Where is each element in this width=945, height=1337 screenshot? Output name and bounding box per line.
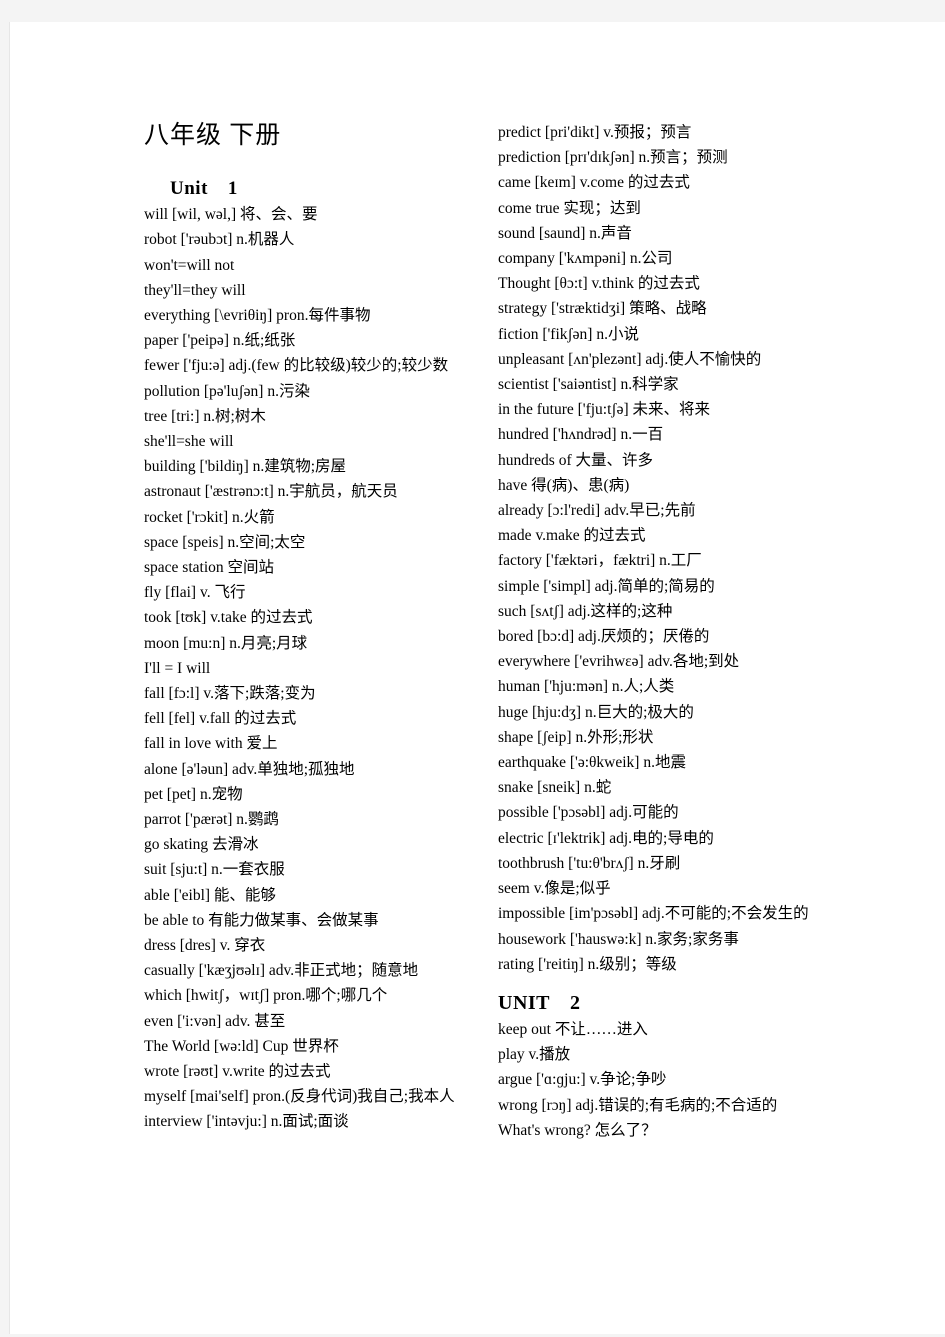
vocab-entry: play v.播放 [498, 1046, 571, 1064]
vocab-entry: have 得(病)、患(病) [498, 476, 630, 494]
vocab-entry: huge [hju:dʒ] n.巨大的;极大的 [498, 703, 694, 721]
vocab-entry: rating ['reitiŋ] n.级别；等级 [498, 955, 677, 973]
vocab-entry: predict [pri'dikt] v.预报；预言 [498, 124, 692, 141]
vocab-entry: fall in love with 爱上 [144, 735, 278, 753]
vocab-entry: space station 空间站 [144, 558, 275, 576]
vocab-entry: fiction ['fikʃən] n.小说 [498, 325, 639, 343]
vocab-entry: able ['eibl] 能、能够 [144, 886, 276, 904]
vocab-entry: Thought [θɔ:t] v.think 的过去式 [498, 275, 700, 293]
vocab-entry: building ['bildiŋ] n.建筑物;房屋 [144, 458, 347, 476]
unit-heading-2-label: UNIT [498, 991, 551, 1014]
left-column: 八年级 下册 Unit 1 will [wil, wəl,] 将、会、要 robot… [144, 122, 474, 1135]
vocab-entry: fall [fɔ:l] v.落下;跌落;变为 [144, 684, 316, 702]
vocab-entry: shape [ʃeip] n.外形;形状 [498, 728, 654, 746]
unit-heading-1-number: 1 [227, 177, 238, 199]
right-column: predict [pri'dikt] v.预报；预言 prediction [pr… [498, 120, 838, 1143]
vocab-entry: already [ɔ:l'redi] adv.早已;先前 [498, 502, 696, 520]
unit-heading-1: Unit 1 [144, 176, 474, 203]
vocab-entry: factory ['fæktəri，fæktri] n.工厂 [498, 552, 702, 570]
vocab-entry: everywhere ['evrihwεə] adv.各地;到处 [498, 653, 740, 671]
vocab-entry: casually ['kæʒjʊəlɪ] adv.非正式地；随意地 [144, 962, 419, 980]
vocab-entry: in the future ['fju:tʃə] 未来、将来 [498, 401, 710, 419]
vocab-entry: seem v.像是;似乎 [498, 880, 611, 898]
vocab-entry: came [keɪm] v.come 的过去式 [498, 174, 690, 192]
vocab-entry: pollution [pə'luʃən] n.污染 [144, 382, 310, 400]
vocab-entry: wrote [rəʊt] v.write 的过去式 [144, 1063, 331, 1080]
vocab-entry: astronaut ['æstrənɔ:t] n.宇航员，航天员 [144, 483, 398, 501]
vocab-entry: unpleasant [ʌn'plezənt] adj.使人不愉快的 [498, 350, 762, 368]
vocab-entry: fell [fel] v.fall 的过去式 [144, 710, 297, 728]
vocab-entry: space [speis] n.空间;太空 [144, 533, 306, 551]
vocab-entry: possible ['pɔsəbl] adj.可能的 [498, 804, 679, 822]
vocab-entry: housework ['hauswə:k] n.家务;家务事 [498, 930, 739, 948]
vocab-entry: she'll=she will [144, 432, 234, 450]
unit-heading-1-label: Unit [170, 177, 208, 199]
vocab-entry: sound [saund] n.声音 [498, 224, 632, 242]
vocab-entry: even ['i:vən] adv. 甚至 [144, 1012, 286, 1030]
vocab-entry: hundreds of 大量、许多 [498, 451, 653, 469]
vocab-entry: be able to 有能力做某事、会做某事 [144, 911, 379, 929]
vocab-entry: impossible [im'pɔsəbl] adj.不可能的;不会发生的 [498, 905, 809, 923]
left-entry-list: will [wil, wəl,] 将、会、要 robot ['rəubɔt] n.… [144, 202, 474, 1135]
vocab-entry: won't=will not [144, 256, 235, 274]
vocab-entry: keep out 不让……进入 [498, 1020, 648, 1038]
right-entry-list-after: keep out 不让……进入 play v.播放 argue ['ɑ:ɡju:] … [498, 1017, 838, 1143]
vocab-entry: simple ['simpl] adj.简单的;简易的 [498, 577, 715, 595]
vocab-entry: moon [mu:n] n.月亮;月球 [144, 634, 308, 652]
right-entry-list-before: predict [pri'dikt] v.预报；预言 prediction [pr… [498, 120, 838, 977]
vocab-entry: go skating 去滑冰 [144, 836, 259, 854]
vocab-entry: toothbrush ['tu:θ'brʌʃ] n.牙刷 [498, 854, 681, 872]
vocab-entry: dress [dres] v. 穿衣 [144, 936, 266, 954]
vocab-entry: suit [sju:t] n.一套衣服 [144, 861, 285, 879]
vocab-entry: interview ['intəvju:] n.面试;面谈 [144, 1113, 349, 1131]
vocab-entry: prediction [prɪ'dɪkʃən] n.预言；预测 [498, 149, 728, 167]
vocab-entry: will [wil, wəl,] 将、会、要 [144, 206, 318, 224]
vocab-entry: made v.make 的过去式 [498, 527, 646, 545]
vocab-entry: hundred ['hʌndrəd] n.一百 [498, 426, 664, 444]
vocab-entry: What's wrong? 怎么了？ [498, 1121, 657, 1139]
vocab-entry: earthquake ['ə:θkweik] n.地震 [498, 754, 686, 772]
vocab-entry: I'll = I will [144, 659, 211, 677]
vocab-entry: argue ['ɑ:ɡju:] v.争论;争吵 [498, 1071, 667, 1089]
vocab-entry: pet [pet] n.宠物 [144, 785, 243, 803]
vocab-entry: myself [mai'self] pron.(反身代词)我自己;我本人 [144, 1088, 455, 1106]
vocab-entry: took [tʊk] v.take 的过去式 [144, 609, 313, 627]
page-title: 八年级 下册 [144, 122, 282, 149]
vocab-entry: paper ['peipə] n.纸;纸张 [144, 332, 296, 350]
vocab-entry: company ['kʌmpəni] n.公司 [498, 250, 673, 268]
document-content: 八年级 下册 Unit 1 will [wil, wəl,] 将、会、要 robot… [10, 22, 945, 1334]
vocab-entry: strategy ['stræktidʒi] 策略、战略 [498, 300, 707, 318]
vocab-entry: rocket ['rɔkit] n.火箭 [144, 508, 275, 526]
vocab-entry: such [sʌtʃ] adj.这样的;这种 [498, 602, 673, 620]
vocab-entry: everything [\evriθiŋ] pron.每件事物 [144, 306, 371, 324]
vocab-entry: parrot ['pærət] n.鹦鹉 [144, 810, 279, 828]
document-page: 八年级 下册 Unit 1 will [wil, wəl,] 将、会、要 robot… [9, 22, 945, 1334]
vocab-entry: fewer ['fju:ə] adj.(few 的比较级)较少的;较少数 [144, 357, 449, 375]
vocab-entry: scientist ['saiəntist] n.科学家 [498, 376, 679, 394]
vocab-entry: which [hwitʃ，wɪtʃ] pron.哪个;哪几个 [144, 987, 388, 1005]
vocab-entry: come true 实现；达到 [498, 199, 641, 217]
unit-heading-2-number: 2 [570, 991, 581, 1014]
title-spacer [144, 150, 474, 176]
unit-heading-2-spacer [498, 977, 838, 989]
vocab-entry: The World [wə:ld] Cup 世界杯 [144, 1037, 339, 1055]
unit-heading-2: UNIT 2 [498, 989, 838, 1017]
vocab-entry: electric [ɪ'lektrik] adj.电的;导电的 [498, 829, 714, 847]
vocab-entry: bored [bɔ:d] adj.厌烦的；厌倦的 [498, 628, 710, 646]
vocab-entry: robot ['rəubɔt] n.机器人 [144, 231, 295, 249]
vocab-entry: tree [tri:] n.树;树木 [144, 407, 266, 425]
vocab-entry: fly [flai] v. 飞行 [144, 584, 246, 602]
vocab-entry: alone [ə'ləun] adv.单独地;孤独地 [144, 760, 355, 778]
vocab-entry: snake [sneik] n.蛇 [498, 779, 612, 797]
vocab-entry: wrong [rɔŋ] adj.错误的;有毛病的;不合适的 [498, 1096, 778, 1114]
vocab-entry: they'll=they will [144, 281, 246, 299]
vocab-entry: human ['hju:mən] n.人;人类 [498, 678, 675, 696]
